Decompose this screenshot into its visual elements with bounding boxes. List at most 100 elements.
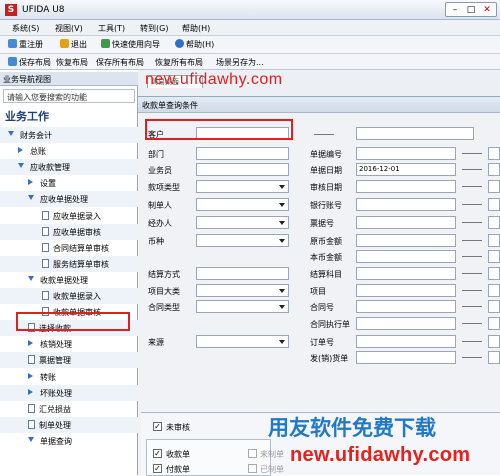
nav-tree-item[interactable]: 应收款管理 bbox=[0, 159, 138, 176]
expand-arrow-icon[interactable] bbox=[28, 436, 34, 442]
collapse-arrow-icon[interactable] bbox=[18, 147, 23, 154]
unaudited-checkbox[interactable]: ✓ bbox=[153, 422, 162, 431]
window-controls: – □ ✕ bbox=[445, 2, 497, 17]
extra-input[interactable] bbox=[356, 127, 474, 140]
field-input-to[interactable] bbox=[488, 335, 500, 348]
expand-arrow-icon[interactable] bbox=[28, 275, 34, 281]
expand-arrow-icon[interactable] bbox=[8, 131, 14, 136]
field-input[interactable] bbox=[356, 284, 456, 297]
restore-all-layout-button[interactable]: 恢复所有布局 bbox=[155, 57, 203, 68]
field-input-to[interactable] bbox=[488, 234, 500, 247]
field-input-to[interactable] bbox=[488, 300, 500, 313]
nav-tree-item[interactable]: 票据管理 bbox=[0, 352, 138, 369]
restore-layout-button[interactable]: 恢复布局 bbox=[56, 57, 88, 68]
nav-tree-item[interactable]: 收款单据录入 bbox=[0, 288, 138, 304]
close-icon[interactable]: ✕ bbox=[480, 4, 494, 16]
field-input-to[interactable] bbox=[488, 267, 500, 280]
field-input[interactable] bbox=[356, 351, 456, 364]
nav-tree-item[interactable]: 服务结算单审核 bbox=[0, 255, 138, 272]
reregister-button[interactable]: 重注册 bbox=[8, 39, 43, 50]
field-input[interactable] bbox=[356, 300, 456, 313]
nav-tree-item[interactable]: 财务会计 bbox=[0, 127, 138, 143]
field-input[interactable] bbox=[356, 335, 456, 348]
nav-tree-item[interactable]: 收款单据处理 bbox=[0, 272, 138, 288]
range-dash bbox=[462, 240, 482, 241]
field-input-to[interactable] bbox=[488, 351, 500, 364]
field-label: 项目大类 bbox=[148, 287, 180, 296]
expand-arrow-icon[interactable] bbox=[18, 163, 24, 169]
field-label: 合同类型 bbox=[148, 303, 180, 312]
collapse-arrow-icon[interactable] bbox=[28, 179, 33, 186]
unaudited-label: 未审核 bbox=[166, 423, 190, 432]
quick-guide-button[interactable]: 快速使用向导 bbox=[101, 39, 160, 50]
vouchered-checkbox[interactable] bbox=[248, 464, 257, 473]
nav-tree-item[interactable]: 坏账处理 bbox=[0, 384, 138, 401]
field-input[interactable] bbox=[356, 234, 456, 247]
field-input[interactable] bbox=[356, 250, 456, 263]
menu-view[interactable]: 视图(V) bbox=[55, 23, 83, 34]
menu-help[interactable]: 帮助(H) bbox=[182, 23, 210, 34]
field-select[interactable] bbox=[196, 300, 289, 313]
field-select[interactable] bbox=[196, 198, 289, 211]
field-input-to[interactable] bbox=[488, 317, 500, 330]
menu-system[interactable]: 系统(S) bbox=[12, 23, 39, 34]
collapse-arrow-icon[interactable] bbox=[28, 388, 33, 395]
field-input[interactable]: 2016-12-01 bbox=[356, 163, 456, 176]
nav-tree-item[interactable]: 汇兑损益 bbox=[0, 401, 138, 417]
receipt-doc-checkbox[interactable]: ✓ bbox=[153, 449, 162, 458]
field-input-to[interactable] bbox=[488, 163, 500, 176]
nav-tree-label: 合同结算单审核 bbox=[53, 243, 109, 253]
field-input[interactable] bbox=[196, 163, 289, 176]
field-select[interactable] bbox=[196, 284, 289, 297]
nav-tree-item[interactable]: 应收单据处理 bbox=[0, 191, 138, 208]
save-scene-as-button[interactable]: 场景另存为... bbox=[216, 57, 264, 68]
expand-arrow-icon[interactable] bbox=[28, 195, 34, 201]
nav-tree-item[interactable]: 核销处理 bbox=[0, 336, 138, 352]
nav-tree-item[interactable]: 应收单据审核 bbox=[0, 223, 138, 240]
collapse-arrow-icon[interactable] bbox=[28, 340, 33, 347]
field-select[interactable] bbox=[196, 180, 289, 193]
nav-tree-item[interactable]: 制单处理 bbox=[0, 416, 138, 433]
nav-tree-item[interactable]: 合同结算单审核 bbox=[0, 240, 138, 256]
nav-tree-item[interactable]: 设置 bbox=[0, 175, 138, 191]
field-input-to[interactable] bbox=[488, 180, 500, 193]
nav-tree-label: 服务结算单审核 bbox=[53, 259, 109, 269]
field-input[interactable] bbox=[356, 216, 456, 229]
field-select[interactable] bbox=[196, 234, 289, 247]
menu-tools[interactable]: 工具(T) bbox=[98, 23, 125, 34]
field-input-to[interactable] bbox=[488, 284, 500, 297]
field-input[interactable] bbox=[196, 267, 289, 280]
field-input[interactable] bbox=[356, 180, 456, 193]
field-input-to[interactable] bbox=[488, 216, 500, 229]
field-input-to[interactable] bbox=[488, 147, 500, 160]
nav-tree-item[interactable]: 转账 bbox=[0, 369, 138, 385]
help-button[interactable]: 帮助(H) bbox=[175, 39, 214, 50]
function-search-input[interactable]: 请输入您要搜索的功能 bbox=[3, 89, 135, 103]
unvouchered-checkbox[interactable] bbox=[248, 449, 257, 458]
field-input-to[interactable] bbox=[488, 250, 500, 263]
nav-tree-label: 制单处理 bbox=[39, 420, 71, 430]
minimize-icon[interactable]: – bbox=[448, 4, 462, 16]
nav-tree-item[interactable]: 应收单据录入 bbox=[0, 208, 138, 224]
collapse-arrow-icon[interactable] bbox=[28, 372, 33, 379]
field-select[interactable] bbox=[196, 335, 289, 348]
field-input[interactable] bbox=[356, 147, 456, 160]
menu-goto[interactable]: 转到(G) bbox=[140, 23, 168, 34]
field-input[interactable] bbox=[196, 147, 289, 160]
nav-tree-item[interactable]: 单据查询 bbox=[0, 433, 138, 449]
nav-tree-label: 汇兑损益 bbox=[39, 404, 71, 414]
save-all-layout-button[interactable]: 保存所有布局 bbox=[96, 57, 144, 68]
field-input[interactable] bbox=[356, 267, 456, 280]
field-label: 审核日期 bbox=[310, 183, 342, 192]
exit-button[interactable]: 退出 bbox=[60, 39, 87, 50]
field-select[interactable] bbox=[196, 216, 289, 229]
save-layout-button[interactable]: 保存布局 bbox=[8, 57, 51, 68]
field-input[interactable] bbox=[356, 317, 456, 330]
field-label: 结算方式 bbox=[148, 270, 180, 279]
payment-doc-checkbox[interactable]: ✓ bbox=[153, 464, 162, 473]
dialog-title: 收款单查询条件 bbox=[138, 97, 500, 113]
field-input[interactable] bbox=[356, 198, 456, 211]
field-input-to[interactable] bbox=[488, 198, 500, 211]
nav-tree-item[interactable]: 总账 bbox=[0, 143, 138, 159]
maximize-icon[interactable]: □ bbox=[464, 4, 478, 16]
